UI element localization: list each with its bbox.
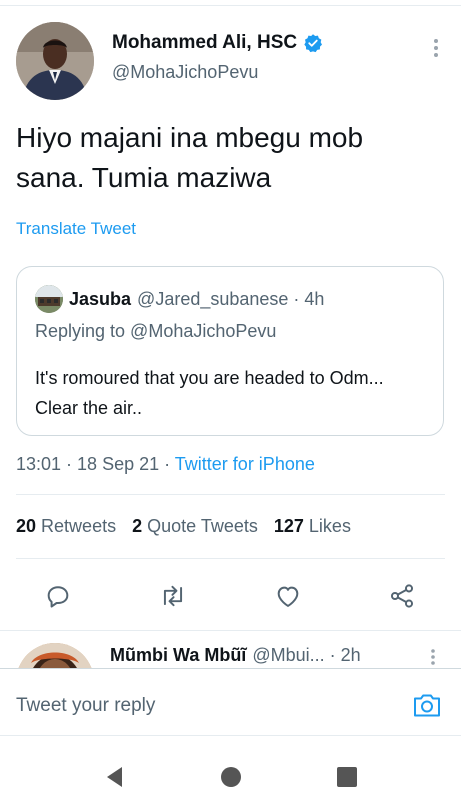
heart-icon [277,586,299,607]
reply-composer: Tweet your reply [0,668,461,736]
camera-icon[interactable] [411,689,443,721]
quoted-tweet-text: It's romoured that you are headed to Odm… [35,368,384,418]
share-button[interactable] [386,580,418,612]
divider [16,494,445,495]
retweets-label: Retweets [41,516,117,536]
quote-count: 2 [132,516,143,536]
like-button[interactable] [272,580,304,612]
retweet-icon [163,585,183,607]
top-divider [0,0,461,6]
more-vertical-icon[interactable] [426,36,446,60]
quoted-author-name: Jasuba [69,288,132,309]
meta-separator-2: · [159,454,175,474]
author-name-text: Mohammed Ali, HSC [112,32,298,53]
tweet-text: Hiyo majani ina mbegu mob sana. Tumia ma… [16,118,446,198]
back-triangle-icon[interactable] [102,764,128,790]
quote-tweets-stat[interactable]: 2 Quote Tweets [132,516,258,537]
tweet-text-line-2: sana. Tumia maziwa [16,162,272,193]
retweets-count: 20 [16,516,37,536]
quote-label: Quote Tweets [147,516,258,536]
retweet-button[interactable] [157,580,189,612]
recents-square-icon[interactable] [334,764,360,790]
reply-author-name: Mũmbi Wa Mbũĩ [110,645,247,665]
quoted-time: 4h [304,288,325,309]
reply-author-handle: @Mbui... [252,645,325,665]
author-avatar[interactable] [16,22,94,100]
tweet-text-line-1: Hiyo majani ina mbegu mob [16,122,364,153]
home-circle-icon[interactable] [218,764,244,790]
tweet-author: Mohammed Ali, HSC @MohaJichoPevu [16,22,446,102]
author-display-name[interactable]: Mohammed Ali, HSC [112,32,323,54]
likes-label: Likes [308,516,351,536]
quoted-separator: · [288,288,305,309]
reply-preview[interactable]: Mũmbi Wa Mbũĩ @Mbui... · 2h [0,630,461,668]
more-vertical-icon[interactable] [425,647,441,667]
quoted-author-handle: @Jared_subanese [137,288,289,309]
likes-stat[interactable]: 127 Likes [274,516,351,537]
verified-badge-icon [304,34,323,53]
reply-input[interactable]: Tweet your reply [16,695,155,717]
quoted-replying-to: Replying to @MohaJichoPevu [35,321,277,341]
translate-tweet-link[interactable]: Translate Tweet [16,219,136,239]
divider [16,558,445,559]
reply-time: 2h [340,645,361,665]
quoted-author-avatar [35,285,63,313]
reply-header: Mũmbi Wa Mbũĩ @Mbui... · 2h [110,645,361,666]
system-navigation-bar [0,742,461,812]
tweet-date: 18 Sep 21 [77,454,160,474]
quoted-tweet-header: Jasuba @Jared_subanese · 4h [35,285,324,313]
meta-separator-1: · [61,454,78,474]
author-handle[interactable]: @MohaJichoPevu [112,62,323,83]
tweet-time: 13:01 [16,454,62,474]
likes-count: 127 [273,516,304,536]
share-icon [390,584,414,608]
quoted-tweet-card[interactable]: Jasuba @Jared_subanese · 4h Replying to … [16,266,444,436]
retweets-stat[interactable]: 20 Retweets [16,516,116,537]
reply-button[interactable] [42,580,74,612]
tweet-source-link[interactable]: Twitter for iPhone [175,454,315,474]
tweet-stats: 20 Retweets 2 Quote Tweets 127 Likes [16,516,351,537]
reply-separator: · [324,645,341,665]
reply-author-avatar [16,643,94,668]
tweet-meta: 13:01 · 18 Sep 21 · Twitter for iPhone [16,454,315,475]
tweet-action-bar [0,576,461,616]
reply-icon [47,586,69,608]
